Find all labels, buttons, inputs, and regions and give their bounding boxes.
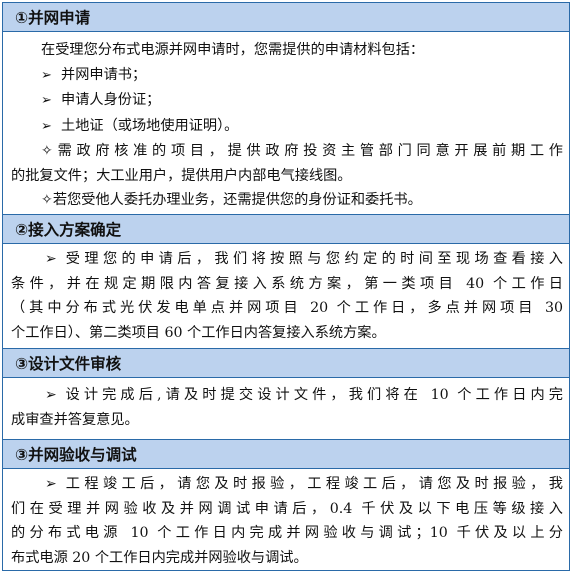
- section-title: ①并网申请: [15, 9, 91, 27]
- note-text: ✧若您受他人委托办理业务，还需提供您的身份证和委托书。: [41, 192, 422, 208]
- section-body-access-plan: ➢ 受理您的申请后，我们将按照与您约定的时间至现场查看接入 条件，并在规定期限内…: [3, 247, 569, 345]
- paragraph-line: ➢ 工程竣工后，请您及时报验，工程竣工后，请您及时报验，我: [45, 476, 563, 492]
- paragraph-line: （其中分布式光伏发电单点并网项目 20 个工作日，多点并网项目 30: [11, 300, 563, 316]
- section-title: ③设计文件审核: [15, 355, 122, 373]
- paragraph-line: 成审查并答复意见。: [11, 411, 139, 428]
- section-header-grid-application: ①并网申请: [3, 2, 569, 32]
- section-header-acceptance-testing: ③并网验收与调试: [3, 439, 569, 469]
- section-body-design-review: ➢ 设计完成后,请及时提交设计文件，我们将在 10 个工作日内完 成审查并答复意…: [3, 383, 569, 432]
- document-frame: ①并网申请 在受理您分布式电源并网申请时，您需提供的申请材料包括： ➢ 并网申请书…: [2, 2, 570, 571]
- bullet-arrow-icon: ➢: [41, 67, 52, 83]
- paragraph-line: 们在受理并网验收及并网调试申请后，0.4 千伏及以下电压等级接入: [11, 500, 563, 517]
- paragraph-line: ➢ 受理您的申请后，我们将按照与您约定的时间至现场查看接入: [45, 251, 563, 267]
- bullet-arrow-icon: ➢: [41, 118, 52, 134]
- section-title: ③并网验收与调试: [15, 446, 137, 464]
- paragraph-line: 个工作日）、第二类项目 60 个工作日内答复接入系统方案。: [11, 324, 386, 341]
- section-header-access-plan: ②接入方案确定: [3, 214, 569, 244]
- section-body-grid-application: 在受理您分布式电源并网申请时，您需提供的申请材料包括： ➢ 并网申请书； ➢ 申请人…: [3, 38, 569, 213]
- paragraph-line: 布式电源 20 个工作日内完成并网验收与调试。: [11, 549, 308, 566]
- section-body-acceptance-testing: ➢ 工程竣工后，请您及时报验，工程竣工后，请您及时报验，我 们在受理并网验收及并…: [3, 472, 569, 570]
- list-item: ➢ 并网申请书；: [11, 63, 563, 89]
- section-title: ②接入方案确定: [15, 221, 122, 239]
- paragraph-line: ➢ 设计完成后,请及时提交设计文件，我们将在 10 个工作日内完: [45, 387, 563, 403]
- note-text: ✧需政府核准的项目，提供政府投资主管部门同意开展前期工作: [41, 143, 563, 159]
- intro-text: 在受理您分布式电源并网申请时，您需提供的申请材料包括：: [41, 42, 425, 58]
- list-item: ➢ 申请人身份证；: [11, 88, 563, 114]
- bullet-arrow-icon: ➢: [41, 93, 52, 108]
- paragraph-line: 的分布式电源 10 个工作日内完成并网验收与调试；10 千伏及以上分: [11, 525, 563, 541]
- section-header-design-review: ③设计文件审核: [3, 348, 569, 378]
- note-text: 的批复文件；大工业用户，提供用户内部电气接线图。: [11, 167, 352, 184]
- list-item: ➢ 土地证（或场地使用证明）。: [11, 114, 563, 140]
- paragraph-line: 条件，并在规定期限内答复接入系统方案，第一类项目 40 个工作日: [11, 275, 563, 292]
